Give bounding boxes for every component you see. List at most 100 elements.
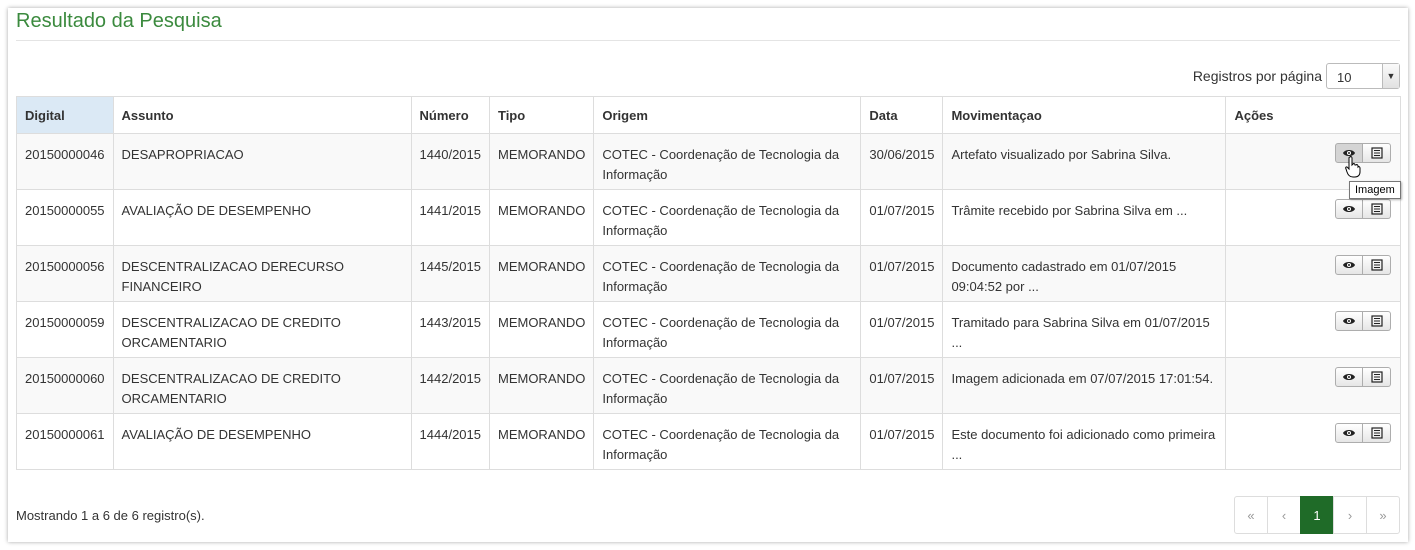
column-header-acoes: Ações <box>1225 96 1401 134</box>
cell-assunto: DESAPROPRIACAO <box>112 133 412 190</box>
page-size-select[interactable]: 10 ▼ <box>1326 63 1400 89</box>
row-actions <box>1335 311 1391 331</box>
cell-numero: 1443/2015 <box>410 301 490 358</box>
row-actions <box>1335 143 1391 163</box>
cell-assunto: DESCENTRALIZACAO DE CREDITO ORCAMENTARIO <box>112 357 412 414</box>
cell-digital: 20150000056 <box>16 245 114 302</box>
table-header-row: Digital Assunto Número Tipo Origem Data … <box>16 96 1401 134</box>
column-header-tipo[interactable]: Tipo <box>488 96 595 134</box>
list-icon <box>1370 259 1383 271</box>
cell-tipo: MEMORANDO <box>488 413 595 470</box>
cell-numero: 1445/2015 <box>410 245 490 302</box>
cell-tipo: MEMORANDO <box>488 245 595 302</box>
cell-tipo: MEMORANDO <box>488 301 595 358</box>
list-icon <box>1370 203 1383 215</box>
cell-numero: 1440/2015 <box>410 133 490 190</box>
view-image-button[interactable] <box>1335 255 1363 275</box>
cell-acoes <box>1225 413 1401 470</box>
cell-assunto: DESCENTRALIZACAO DERECURSO FINANCEIRO <box>112 245 412 302</box>
previous-page-button[interactable]: ‹ <box>1267 496 1301 534</box>
cell-numero: 1444/2015 <box>410 413 490 470</box>
cell-digital: 20150000046 <box>16 133 114 190</box>
eye-icon <box>1343 318 1355 324</box>
cell-movimentacao: Imagem adicionada em 07/07/2015 17:01:54… <box>942 357 1227 414</box>
cell-data: 30/06/2015 <box>860 133 944 190</box>
cell-acoes <box>1225 245 1401 302</box>
page-title: Resultado da Pesquisa <box>16 10 222 32</box>
cell-numero: 1441/2015 <box>410 189 490 246</box>
last-page-button[interactable]: » <box>1366 496 1400 534</box>
row-actions <box>1335 255 1391 275</box>
table-row: 20150000055 AVALIAÇÃO DE DESEMPENHO 1441/2… <box>16 189 1401 246</box>
cell-tipo: MEMORANDO <box>488 189 595 246</box>
table-row: 20150000056 DESCENTRALIZACAO DERECURSO FI… <box>16 245 1401 302</box>
list-icon <box>1370 147 1383 159</box>
details-button[interactable] <box>1363 199 1391 219</box>
cell-origem: COTEC - Coordenação de Tecnologia da Inf… <box>593 189 862 246</box>
column-header-origem[interactable]: Origem <box>593 96 862 134</box>
cell-numero: 1442/2015 <box>410 357 490 414</box>
column-header-numero[interactable]: Número <box>410 96 490 134</box>
view-image-button[interactable] <box>1335 367 1363 387</box>
first-page-button[interactable]: « <box>1234 496 1268 534</box>
details-button[interactable] <box>1363 143 1391 163</box>
eye-icon <box>1343 374 1355 380</box>
table-row: 20150000060 DESCENTRALIZACAO DE CREDITO O… <box>16 357 1401 414</box>
table-row: 20150000059 DESCENTRALIZACAO DE CREDITO O… <box>16 301 1401 358</box>
page-1-button[interactable]: 1 <box>1300 496 1334 534</box>
cell-digital: 20150000061 <box>16 413 114 470</box>
cell-assunto: AVALIAÇÃO DE DESEMPENHO <box>112 189 412 246</box>
cell-movimentacao: Trâmite recebido por Sabrina Silva em ..… <box>942 189 1227 246</box>
pagination: « ‹ 1 › » <box>1234 496 1400 534</box>
column-header-digital[interactable]: Digital <box>16 96 114 134</box>
cell-origem: COTEC - Coordenação de Tecnologia da Inf… <box>593 133 862 190</box>
view-image-button[interactable] <box>1335 199 1363 219</box>
cell-data: 01/07/2015 <box>860 413 944 470</box>
view-image-button[interactable] <box>1335 311 1363 331</box>
eye-icon <box>1343 262 1355 268</box>
cell-origem: COTEC - Coordenação de Tecnologia da Inf… <box>593 357 862 414</box>
list-icon <box>1370 315 1383 327</box>
eye-icon <box>1343 430 1355 436</box>
cell-movimentacao: Este documento foi adicionado como prime… <box>942 413 1227 470</box>
cell-data: 01/07/2015 <box>860 189 944 246</box>
list-icon <box>1370 427 1383 439</box>
cell-acoes <box>1225 301 1401 358</box>
cell-movimentacao: Artefato visualizado por Sabrina Silva. <box>942 133 1227 190</box>
details-button[interactable] <box>1363 255 1391 275</box>
column-header-data[interactable]: Data <box>860 96 944 134</box>
cell-digital: 20150000060 <box>16 357 114 414</box>
cell-movimentacao: Tramitado para Sabrina Silva em 01/07/20… <box>942 301 1227 358</box>
column-header-assunto[interactable]: Assunto <box>112 96 412 134</box>
search-results-panel: Resultado da Pesquisa Registros por pági… <box>8 8 1408 542</box>
row-actions <box>1335 199 1391 219</box>
view-image-button[interactable] <box>1335 423 1363 443</box>
details-button[interactable] <box>1363 423 1391 443</box>
cell-origem: COTEC - Coordenação de Tecnologia da Inf… <box>593 413 862 470</box>
cell-movimentacao: Documento cadastrado em 01/07/2015 09:04… <box>942 245 1227 302</box>
page-size-value: 10 <box>1337 70 1352 85</box>
cell-assunto: DESCENTRALIZACAO DE CREDITO ORCAMENTARIO <box>112 301 412 358</box>
details-button[interactable] <box>1363 311 1391 331</box>
cell-data: 01/07/2015 <box>860 301 944 358</box>
records-summary: Mostrando 1 a 6 de 6 registro(s). <box>16 508 205 523</box>
cell-assunto: AVALIAÇÃO DE DESEMPENHO <box>112 413 412 470</box>
cell-tipo: MEMORANDO <box>488 133 595 190</box>
eye-icon <box>1343 206 1355 212</box>
details-button[interactable] <box>1363 367 1391 387</box>
list-icon <box>1370 371 1383 383</box>
page-size-label: Registros por página <box>1192 68 1322 84</box>
chevron-down-icon: ▼ <box>1382 64 1399 88</box>
page-size-control: Registros por página 10 ▼ <box>1193 63 1400 89</box>
cell-digital: 20150000055 <box>16 189 114 246</box>
results-table: Digital Assunto Número Tipo Origem Data … <box>16 96 1401 470</box>
cell-origem: COTEC - Coordenação de Tecnologia da Inf… <box>593 301 862 358</box>
next-page-button[interactable]: › <box>1333 496 1367 534</box>
row-actions <box>1335 367 1391 387</box>
cell-tipo: MEMORANDO <box>488 357 595 414</box>
table-row: 20150000061 AVALIAÇÃO DE DESEMPENHO 1444/2… <box>16 413 1401 470</box>
column-header-movimentacao[interactable]: Movimentaçao <box>942 96 1227 134</box>
row-actions <box>1335 423 1391 443</box>
cell-acoes <box>1225 357 1401 414</box>
cell-digital: 20150000059 <box>16 301 114 358</box>
